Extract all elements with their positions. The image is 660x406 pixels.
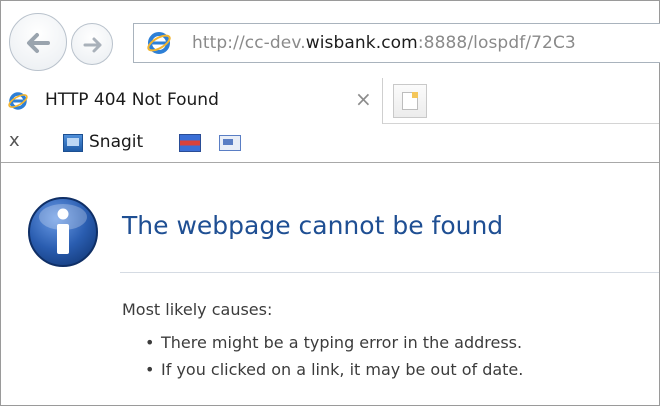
page-title: The webpage cannot be found bbox=[122, 211, 504, 240]
favorites-bar: x Snagit bbox=[1, 125, 659, 163]
bookmark-icon[interactable] bbox=[219, 135, 241, 151]
divider bbox=[120, 272, 659, 273]
forward-arrow-icon bbox=[83, 37, 102, 53]
bookmark-icon[interactable] bbox=[179, 134, 201, 152]
tab-title: HTTP 404 Not Found bbox=[45, 90, 219, 110]
tab-strip: HTTP 404 Not Found × bbox=[1, 78, 659, 124]
favorite-snagit[interactable]: Snagit bbox=[89, 132, 143, 152]
new-tab-icon bbox=[402, 92, 418, 110]
new-tab-button[interactable] bbox=[393, 84, 427, 118]
list-item: There might be a typing error in the add… bbox=[145, 333, 522, 352]
back-button[interactable] bbox=[9, 13, 67, 71]
snagit-icon[interactable] bbox=[63, 134, 83, 152]
back-arrow-icon bbox=[27, 33, 50, 53]
forward-button[interactable] bbox=[71, 23, 113, 65]
tab-http-404[interactable]: HTTP 404 Not Found × bbox=[1, 78, 383, 124]
list-item: If you clicked on a link, it may be out … bbox=[145, 360, 523, 379]
internet-explorer-icon bbox=[147, 32, 171, 54]
error-page: The webpage cannot be found Most likely … bbox=[1, 164, 659, 405]
favorites-bar-close-button[interactable]: x bbox=[9, 130, 20, 151]
address-url[interactable]: http://cc-dev.wisbank.com:8888/lospdf/72… bbox=[192, 33, 576, 53]
address-bar[interactable]: http://cc-dev.wisbank.com:8888/lospdf/72… bbox=[133, 23, 660, 63]
address-toolbar: http://cc-dev.wisbank.com:8888/lospdf/72… bbox=[1, 1, 660, 77]
causes-heading: Most likely causes: bbox=[122, 300, 273, 319]
internet-explorer-icon bbox=[8, 92, 28, 110]
tab-close-button[interactable]: × bbox=[355, 87, 372, 111]
info-icon bbox=[28, 197, 98, 267]
